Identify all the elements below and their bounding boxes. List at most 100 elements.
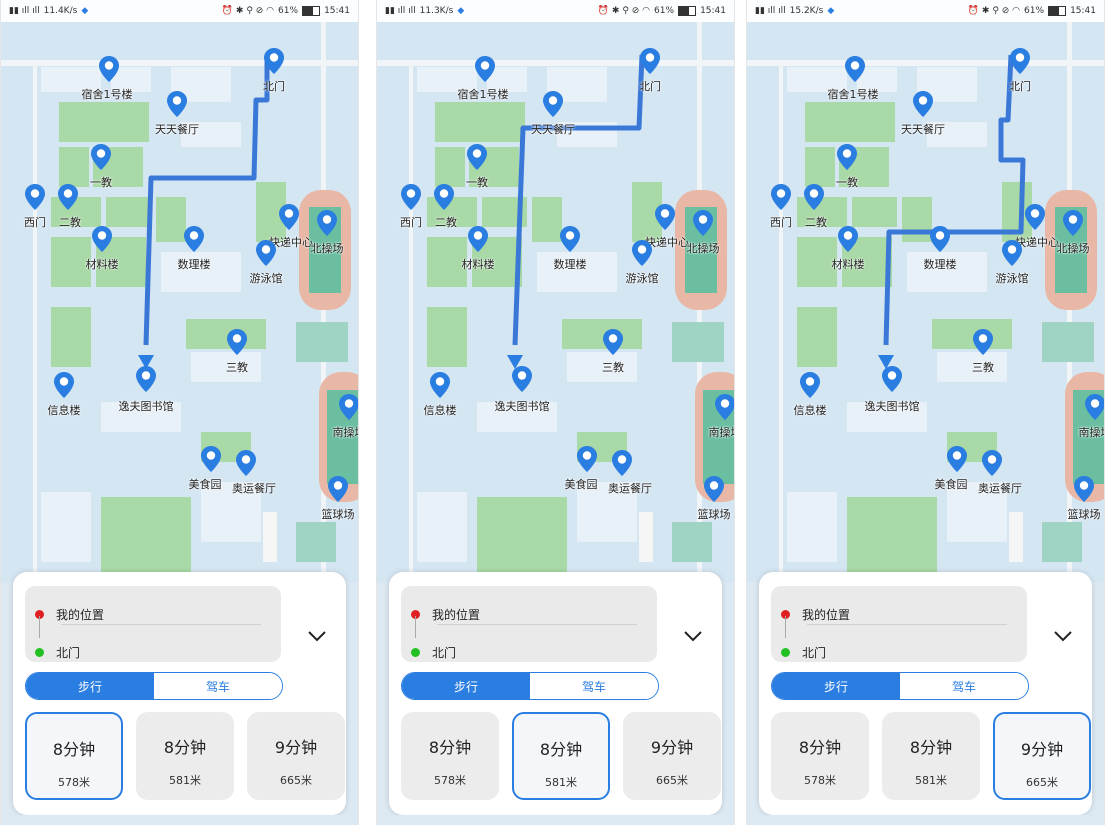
place-label[interactable]: 北操场 xyxy=(311,240,344,256)
map-pin-icon[interactable] xyxy=(1010,48,1030,74)
map-pin-icon[interactable] xyxy=(475,56,495,82)
place-label[interactable]: 二教 xyxy=(59,214,81,230)
map-pin-icon[interactable] xyxy=(543,91,563,117)
map-pin-icon[interactable] xyxy=(256,240,276,266)
place-label[interactable]: 数理楼 xyxy=(178,256,211,272)
map-pin-icon[interactable] xyxy=(54,372,74,398)
place-label[interactable]: 南操场 xyxy=(1079,424,1105,440)
map-pin-icon[interactable] xyxy=(982,450,1002,476)
place-label[interactable]: 南操场 xyxy=(333,424,359,440)
map-pin-icon[interactable] xyxy=(512,366,532,392)
tab-drive[interactable]: 驾车 xyxy=(154,673,282,699)
place-label[interactable]: 材料楼 xyxy=(462,256,495,272)
map-pin-icon[interactable] xyxy=(837,144,857,170)
place-label[interactable]: 逸夫图书馆 xyxy=(495,398,550,414)
place-label[interactable]: 宿舍1号楼 xyxy=(828,86,879,102)
map-pin-icon[interactable] xyxy=(845,56,865,82)
place-label[interactable]: 美食园 xyxy=(189,476,222,492)
map-pin-icon[interactable] xyxy=(771,184,791,210)
route-option-3[interactable]: 9分钟 665米 xyxy=(993,712,1091,800)
place-label[interactable]: 奥运餐厅 xyxy=(232,480,276,496)
place-label[interactable]: 奥运餐厅 xyxy=(978,480,1022,496)
place-label[interactable]: 数理楼 xyxy=(554,256,587,272)
place-label[interactable]: 南操场 xyxy=(709,424,735,440)
map-pin-icon[interactable] xyxy=(99,56,119,82)
chevron-down-icon[interactable] xyxy=(683,630,703,642)
map-pin-icon[interactable] xyxy=(640,48,660,74)
place-label[interactable]: 游泳馆 xyxy=(250,270,283,286)
tab-walk[interactable]: 步行 xyxy=(772,673,900,699)
place-label[interactable]: 三教 xyxy=(972,359,994,375)
campus-map[interactable]: 宿舍1号楼 北门 天天餐厅 一教 西门 二教 材料楼 数理楼 快递中心 北操场 游泳馆 三教 信息楼 逸夫… xyxy=(747,22,1104,582)
place-label[interactable]: 逸夫图书馆 xyxy=(865,398,920,414)
tab-walk[interactable]: 步行 xyxy=(402,673,530,699)
place-label[interactable]: 材料楼 xyxy=(86,256,119,272)
origin-row[interactable]: 我的位置 xyxy=(35,606,104,623)
place-label[interactable]: 篮球场 xyxy=(698,506,731,522)
map-pin-icon[interactable] xyxy=(882,366,902,392)
origin-row[interactable]: 我的位置 xyxy=(411,606,480,623)
map-pin-icon[interactable] xyxy=(603,329,623,355)
tab-drive[interactable]: 驾车 xyxy=(530,673,658,699)
map-pin-icon[interactable] xyxy=(91,144,111,170)
place-label[interactable]: 北操场 xyxy=(687,240,720,256)
map-pin-icon[interactable] xyxy=(800,372,820,398)
place-label[interactable]: 二教 xyxy=(805,214,827,230)
place-label[interactable]: 北门 xyxy=(1009,78,1031,94)
place-label[interactable]: 宿舍1号楼 xyxy=(82,86,133,102)
place-label[interactable]: 一教 xyxy=(90,174,112,190)
route-option-3[interactable]: 9分钟 665米 xyxy=(247,712,345,800)
destination-row[interactable]: 北门 xyxy=(35,644,80,661)
route-option-1[interactable]: 8分钟 578米 xyxy=(25,712,123,800)
map-pin-icon[interactable] xyxy=(715,394,735,420)
place-label[interactable]: 逸夫图书馆 xyxy=(119,398,174,414)
map-pin-icon[interactable] xyxy=(264,48,284,74)
campus-map[interactable]: 宿舍1号楼 北门 天天餐厅 一教 西门 二教 材料楼 数理楼 快递中心 北操场 游泳馆 三教 信息楼 逸夫… xyxy=(1,22,358,582)
map-pin-icon[interactable] xyxy=(632,240,652,266)
map-pin-icon[interactable] xyxy=(704,476,724,502)
map-pin-icon[interactable] xyxy=(655,204,675,230)
origin-row[interactable]: 我的位置 xyxy=(781,606,850,623)
place-label[interactable]: 西门 xyxy=(770,214,792,230)
route-option-3[interactable]: 9分钟 665米 xyxy=(623,712,721,800)
place-label[interactable]: 游泳馆 xyxy=(996,270,1029,286)
place-label[interactable]: 美食园 xyxy=(565,476,598,492)
place-label[interactable]: 西门 xyxy=(400,214,422,230)
place-label[interactable]: 天天餐厅 xyxy=(531,121,575,137)
place-label[interactable]: 北门 xyxy=(263,78,285,94)
tab-drive[interactable]: 驾车 xyxy=(900,673,1028,699)
map-pin-icon[interactable] xyxy=(1074,476,1094,502)
map-pin-icon[interactable] xyxy=(184,226,204,252)
map-pin-icon[interactable] xyxy=(947,446,967,472)
map-pin-icon[interactable] xyxy=(973,329,993,355)
map-pin-icon[interactable] xyxy=(339,394,359,420)
chevron-down-icon[interactable] xyxy=(1053,630,1073,642)
map-pin-icon[interactable] xyxy=(913,91,933,117)
place-label[interactable]: 北操场 xyxy=(1057,240,1090,256)
campus-map[interactable]: 宿舍1号楼 北门 天天餐厅 一教 西门 二教 材料楼 数理楼 快递中心 北操场 游泳馆 三教 信息楼 逸夫… xyxy=(377,22,734,582)
map-pin-icon[interactable] xyxy=(838,226,858,252)
map-pin-icon[interactable] xyxy=(279,204,299,230)
map-pin-icon[interactable] xyxy=(201,446,221,472)
place-label[interactable]: 奥运餐厅 xyxy=(608,480,652,496)
map-pin-icon[interactable] xyxy=(25,184,45,210)
place-label[interactable]: 一教 xyxy=(836,174,858,190)
map-pin-icon[interactable] xyxy=(58,184,78,210)
route-option-2[interactable]: 8分钟 581米 xyxy=(512,712,610,800)
map-pin-icon[interactable] xyxy=(930,226,950,252)
map-pin-icon[interactable] xyxy=(136,366,156,392)
destination-row[interactable]: 北门 xyxy=(781,644,826,661)
chevron-down-icon[interactable] xyxy=(307,630,327,642)
route-option-1[interactable]: 8分钟 578米 xyxy=(401,712,499,800)
map-pin-icon[interactable] xyxy=(468,226,488,252)
map-pin-icon[interactable] xyxy=(434,184,454,210)
map-pin-icon[interactable] xyxy=(227,329,247,355)
map-pin-icon[interactable] xyxy=(1002,240,1022,266)
place-label[interactable]: 宿舍1号楼 xyxy=(458,86,509,102)
route-option-2[interactable]: 8分钟 581米 xyxy=(136,712,234,800)
place-label[interactable]: 材料楼 xyxy=(832,256,865,272)
map-pin-icon[interactable] xyxy=(430,372,450,398)
place-label[interactable]: 游泳馆 xyxy=(626,270,659,286)
place-label[interactable]: 天天餐厅 xyxy=(155,121,199,137)
route-option-2[interactable]: 8分钟 581米 xyxy=(882,712,980,800)
